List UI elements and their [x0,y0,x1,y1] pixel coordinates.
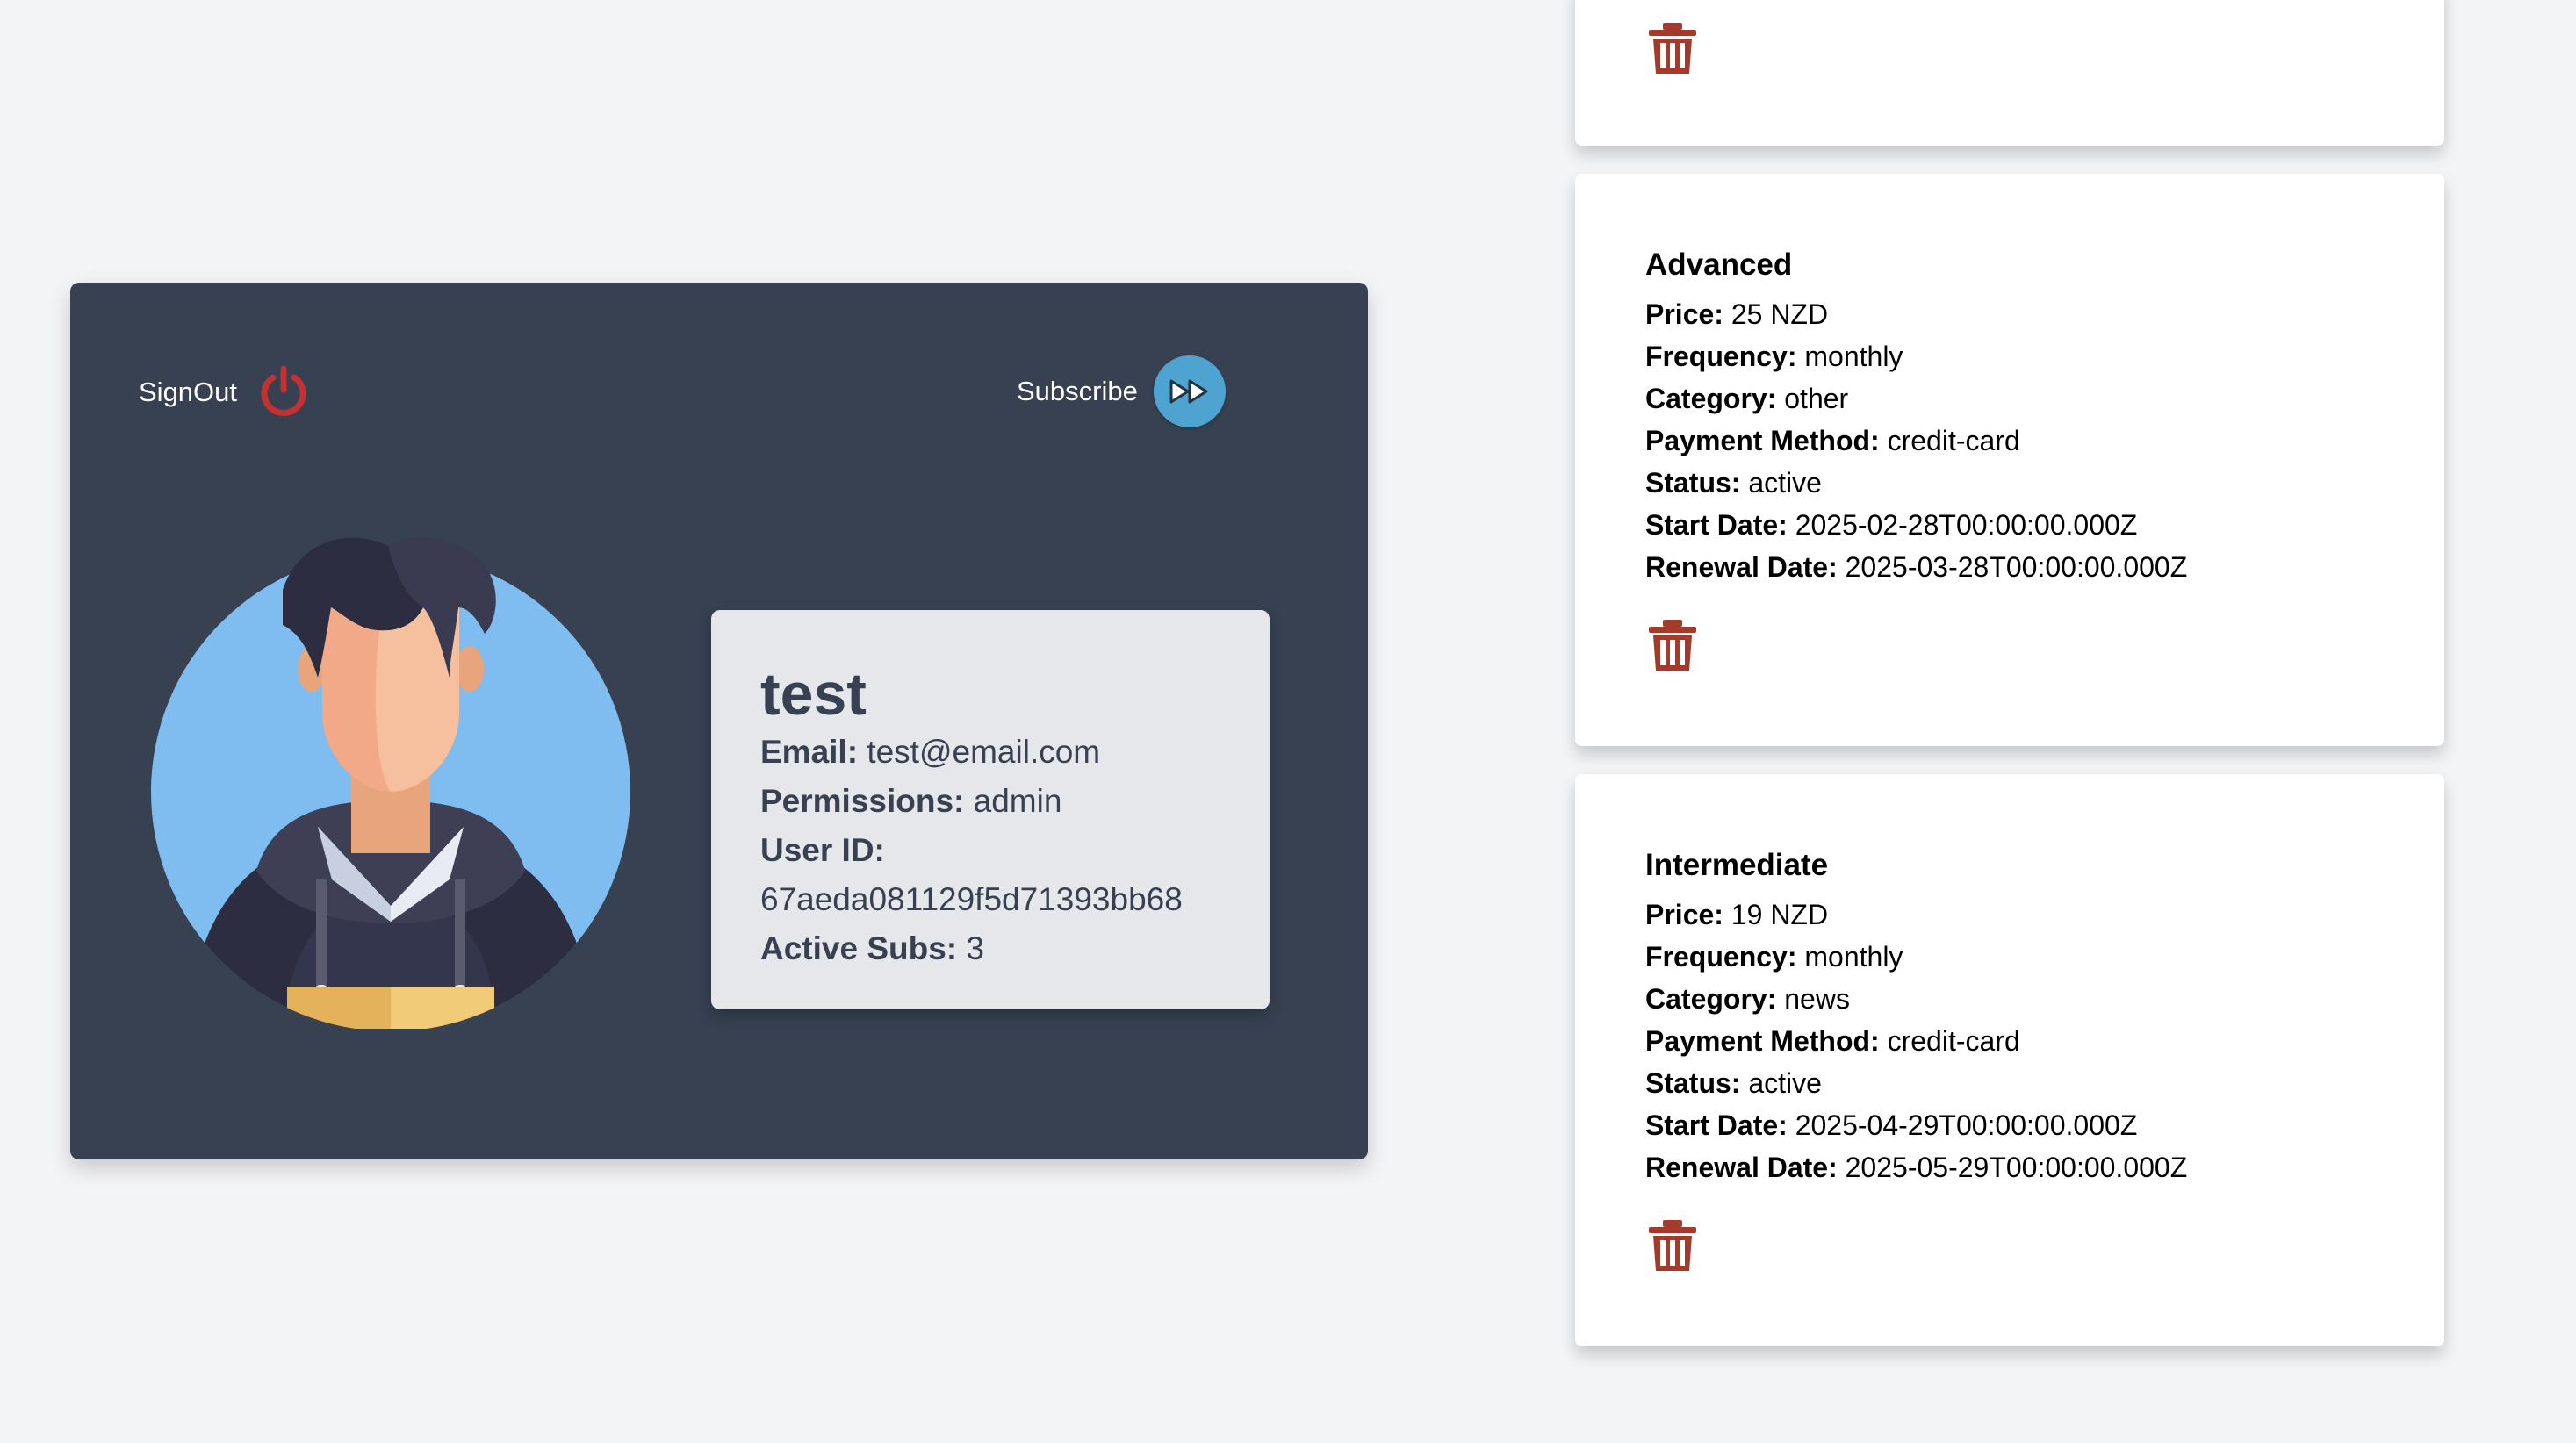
renewal-date-row: Renewal Date: 2025-05-29T00:00:00.000Z [1645,1146,2187,1188]
subscribe-label: Subscribe [1017,376,1138,406]
subscription-name: Advanced [1645,248,1793,282]
userid-row: User ID: [760,826,1243,875]
fast-forward-icon [1153,355,1226,427]
frequency-label: Frequency: [1645,341,1797,372]
userid-value: 67aeda081129f5d71393bb68 [760,881,1183,917]
email-row: Email: test@email.com [760,728,1243,777]
subscription-name: Intermediate [1645,848,1829,882]
userid-label: User ID: [760,832,885,868]
email-value: test@email.com [867,734,1101,770]
frequency-value: monthly [1804,941,1903,973]
price-label: Price: [1645,298,1723,330]
category-value: news [1784,983,1850,1015]
active-subs-row: Active Subs: 3 [760,924,1243,973]
start-date-row: Start Date: 2025-02-28T00:00:00.000Z [1645,504,2187,546]
trash-icon[interactable] [1645,21,1700,75]
active-subs-label: Active Subs: [760,930,958,966]
category-label: Category: [1645,983,1777,1015]
trash-icon[interactable] [1645,1218,1700,1273]
frequency-label: Frequency: [1645,941,1797,973]
frequency-value: monthly [1804,341,1903,372]
payment-row: Payment Method: credit-card [1645,1020,2187,1062]
user-info-box: test Email: test@email.com Permissions: … [711,610,1270,1009]
status-row: Status: active [1645,462,2187,504]
renewal-date-value: 2025-05-29T00:00:00.000Z [1845,1152,2188,1183]
start-date-value: 2025-02-28T00:00:00.000Z [1795,509,2138,541]
power-icon [261,365,306,416]
status-row: Status: active [1645,1062,2187,1104]
status-label: Status: [1645,467,1741,499]
subscription-details: Price: 19 NZD Frequency: monthly Categor… [1645,894,2187,1188]
price-value: 19 NZD [1731,899,1829,930]
status-value: active [1748,1067,1822,1099]
payment-row: Payment Method: credit-card [1645,420,2187,462]
payment-label: Payment Method: [1645,425,1880,456]
price-row: Price: 19 NZD [1645,894,2187,936]
frequency-row: Frequency: monthly [1645,335,2187,377]
start-date-row: Start Date: 2025-04-29T00:00:00.000Z [1645,1104,2187,1146]
category-value: other [1784,383,1849,414]
trash-icon[interactable] [1645,618,1700,672]
start-date-value: 2025-04-29T00:00:00.000Z [1795,1109,2138,1141]
start-date-label: Start Date: [1645,1109,1788,1141]
renewal-date-label: Renewal Date: [1645,1152,1838,1183]
active-subs-value: 3 [966,930,984,966]
subscription-details: Price: 25 NZD Frequency: monthly Categor… [1645,293,2187,588]
renewal-date-row: Renewal Date: 2025-03-28T00:00:00.000Z [1645,546,2187,588]
subscription-card-advanced: Advanced Price: 25 NZD Frequency: monthl… [1575,174,2444,746]
start-date-label: Start Date: [1645,509,1788,541]
signout-button[interactable]: SignOut [139,362,309,423]
user-avatar-illustration [151,537,630,1029]
permissions-value: admin [973,783,1062,819]
subscribe-button[interactable]: Subscribe [1017,355,1226,428]
permissions-row: Permissions: admin [760,777,1243,826]
payment-label: Payment Method: [1645,1025,1880,1057]
price-row: Price: 25 NZD [1645,293,2187,335]
status-value: active [1748,467,1822,499]
category-label: Category: [1645,383,1777,414]
subscription-card-intermediate: Intermediate Price: 19 NZD Frequency: mo… [1575,774,2444,1346]
profile-card: SignOut Subscribe test Email: test@email… [70,283,1368,1159]
price-label: Price: [1645,899,1723,930]
frequency-row: Frequency: monthly [1645,936,2187,978]
permissions-label: Permissions: [760,783,965,819]
price-value: 25 NZD [1731,298,1829,330]
renewal-date-value: 2025-03-28T00:00:00.000Z [1845,551,2188,583]
category-row: Category: news [1645,978,2187,1020]
signout-label: SignOut [139,377,238,407]
subscription-card-partial [1575,0,2444,146]
payment-value: credit-card [1887,425,2020,456]
renewal-date-label: Renewal Date: [1645,551,1838,583]
status-label: Status: [1645,1067,1741,1099]
payment-value: credit-card [1887,1025,2020,1057]
email-label: Email: [760,734,859,770]
user-name: test [760,661,867,728]
category-row: Category: other [1645,377,2187,420]
